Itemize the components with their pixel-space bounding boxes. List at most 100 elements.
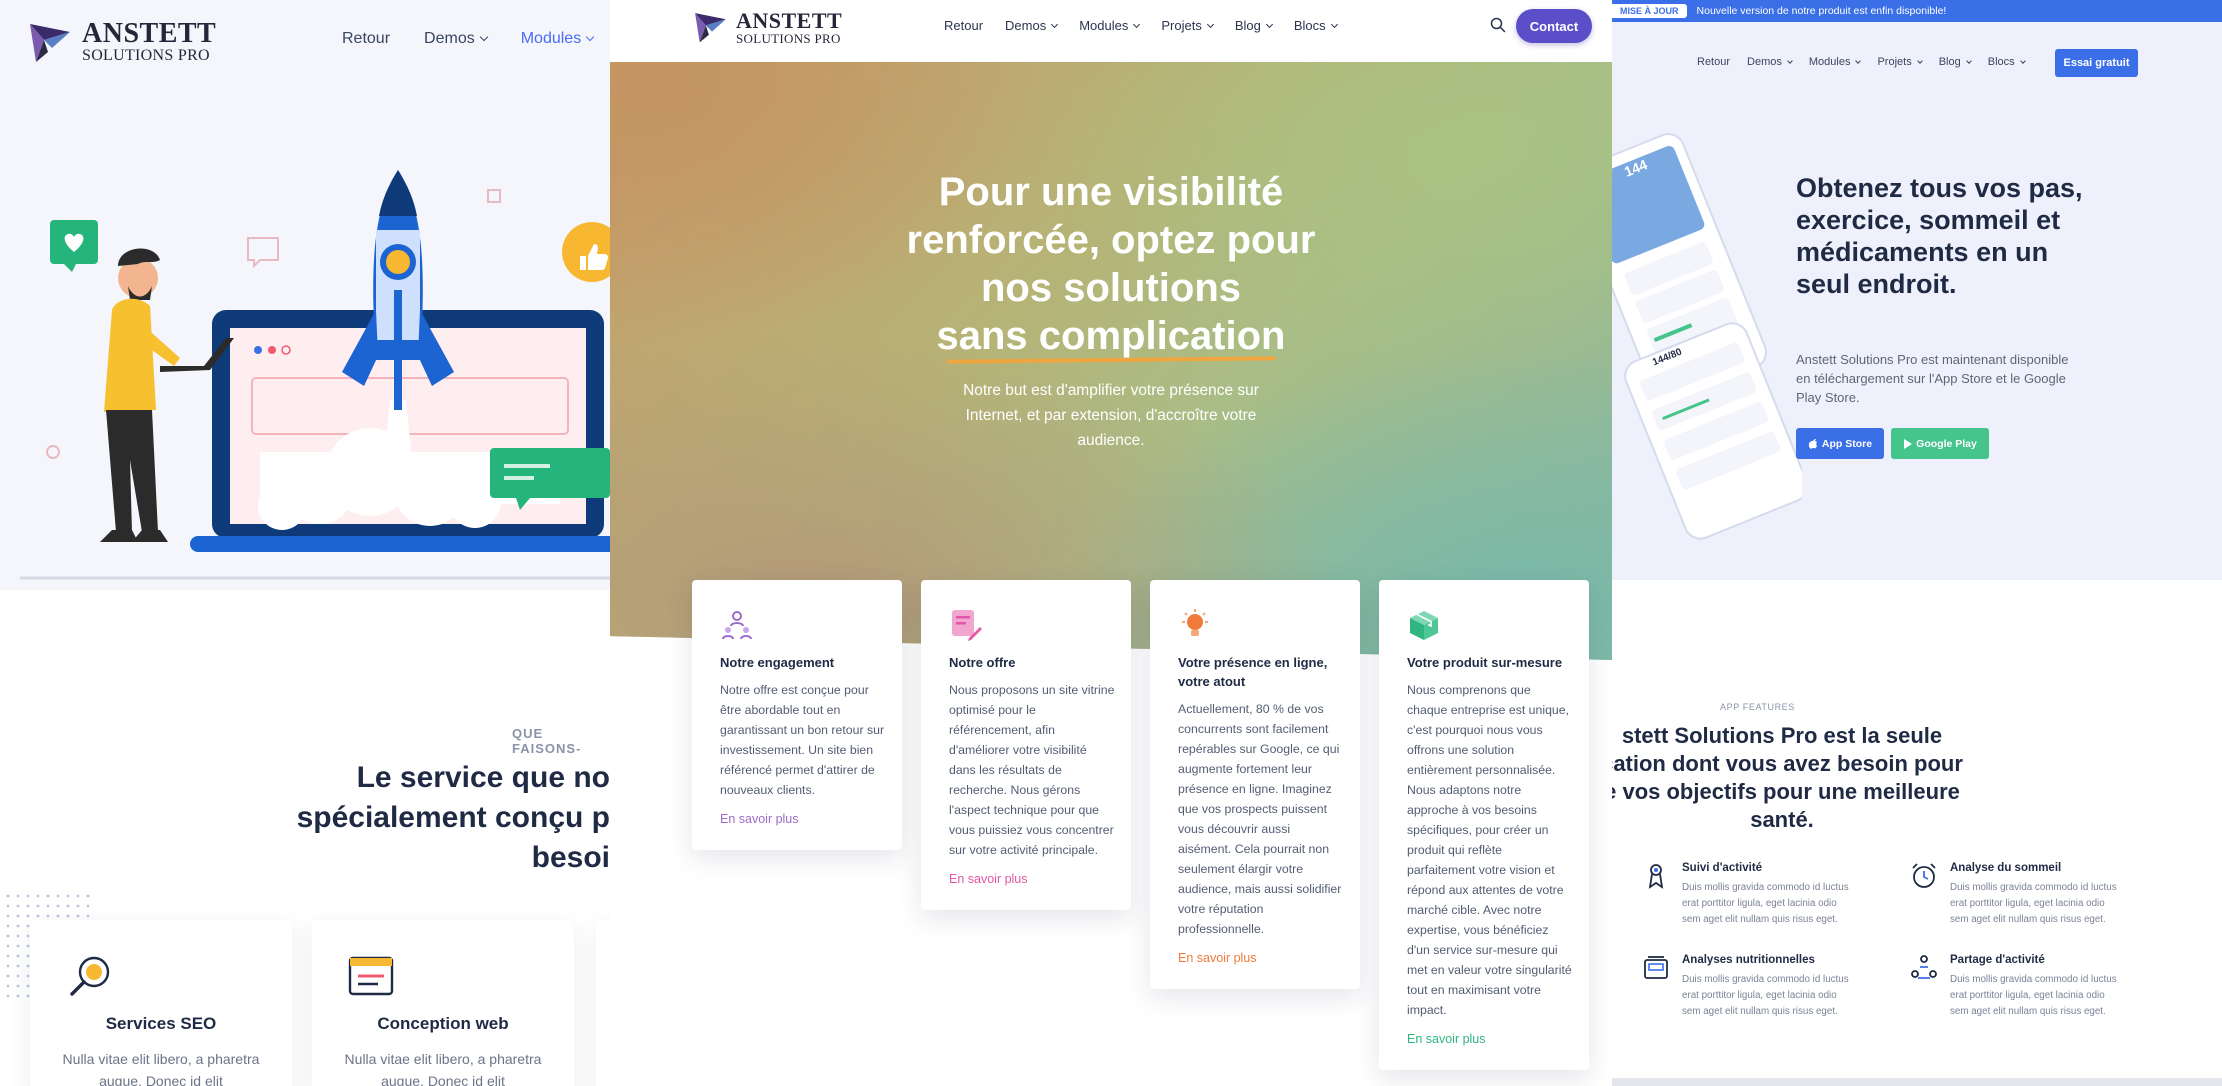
feature-desc: Duis mollis gravida commodo id luctus er…	[1682, 974, 1849, 1017]
web-design-icon	[348, 956, 394, 996]
brand-logo[interactable]: ANSTETT SOLUTIONS PRO	[692, 8, 842, 46]
panel-left-landing: ANSTETT SOLUTIONS PRO Retour Demos Modul…	[0, 0, 610, 1086]
chevron-down-icon	[1133, 20, 1141, 28]
service-card-web[interactable]: Conception web Nulla vitae elit libero, …	[312, 920, 574, 1086]
card-body: Actuellement, 80 % de vos concurrents so…	[1178, 702, 1342, 936]
banner-text: Nouvelle version de notre produit est en…	[1696, 5, 1947, 17]
card-link-learn-more[interactable]: En savoir plus	[1407, 1032, 1573, 1046]
main-nav: Retour Demos Modules Projets Blog Blocs	[1697, 56, 2026, 68]
service-title: Services SEO	[105, 1014, 217, 1033]
hero-title: Obtenez tous vos pas, exercice, sommeil …	[1796, 173, 2083, 299]
nav-modules[interactable]: Modules	[521, 30, 595, 48]
nav-projets[interactable]: Projets	[1877, 56, 1923, 68]
nav-demos[interactable]: Demos	[1005, 18, 1059, 33]
nav-blocs[interactable]: Blocs	[1294, 18, 1338, 33]
card-body: Notre offre est conçue pour être abordab…	[720, 683, 885, 797]
section-eyebrow: APP FEATURES	[1720, 702, 1795, 712]
nav-demos[interactable]: Demos	[424, 30, 488, 48]
activity-tracking-icon	[1648, 864, 1664, 889]
nav-blog[interactable]: Blog	[1939, 56, 1972, 68]
service-title: Conception web	[377, 1014, 509, 1033]
rocket-laptop-illustration	[20, 170, 610, 580]
main-nav: Retour Demos Modules	[342, 30, 595, 48]
card-title: Votre présence en ligne, votre atout	[1178, 655, 1328, 689]
chevron-down-icon	[1330, 20, 1338, 28]
box-icon	[1410, 611, 1438, 640]
brand-subname: SOLUTIONS PRO	[82, 47, 210, 64]
phone-mockups-image	[1612, 133, 1802, 540]
bird-logo-icon	[30, 24, 70, 62]
card-title: Notre offre	[949, 655, 1016, 670]
chevron-down-icon	[1206, 20, 1214, 28]
feature-activity: Suivi d'activité Duis mollis gravida com…	[1642, 862, 1857, 928]
contact-button[interactable]: Contact	[1516, 9, 1592, 43]
feature-card-sur-mesure: Votre produit sur-mesure Nous comprenons…	[1379, 580, 1589, 1070]
update-badge: MISE À JOUR	[1612, 4, 1687, 18]
card-body: Nous proposons un site vitrine optimisé …	[949, 683, 1115, 857]
bird-logo-icon	[695, 13, 726, 43]
bottom-divider	[1612, 1078, 2222, 1086]
feature-sleep: Analyse du sommeil Duis mollis gravida c…	[1910, 862, 2125, 928]
brand-logo[interactable]: ANSTETT SOLUTIONS PRO	[26, 18, 216, 66]
card-link-learn-more[interactable]: En savoir plus	[949, 872, 1115, 886]
team-engagement-icon	[722, 611, 752, 640]
sleep-alarm-icon	[1912, 863, 1936, 888]
feature-title: Analyses nutritionnelles	[1682, 954, 1815, 966]
nav-blog[interactable]: Blog	[1235, 18, 1273, 33]
site-header: ANSTETT SOLUTIONS PRO Retour Demos Modul…	[610, 0, 1612, 62]
chevron-down-icon	[585, 32, 595, 42]
feature-card-offre: Notre offre Nous proposons un site vitri…	[921, 580, 1131, 910]
feature-sharing: Partage d'activité Duis mollis gravida c…	[1910, 954, 2125, 1020]
chevron-down-icon	[1265, 20, 1273, 28]
section-headline: Le service que no spécialement conçu p b…	[296, 761, 610, 874]
search-icon[interactable]	[1490, 17, 1506, 33]
announcement-banner[interactable]: MISE À JOUR Nouvelle version de notre pr…	[1612, 0, 2222, 22]
card-title: Votre produit sur-mesure	[1407, 655, 1563, 670]
nav-projets[interactable]: Projets	[1161, 18, 1214, 33]
nutrition-scale-icon	[1644, 956, 1668, 979]
hero-text: Anstett Solutions Pro est maintenant dis…	[1796, 352, 2069, 405]
nav-retour[interactable]: Retour	[944, 18, 983, 33]
chevron-down-icon	[1916, 57, 1923, 64]
app-store-button[interactable]: App Store	[1796, 428, 1884, 459]
chevron-down-icon	[1965, 57, 1972, 64]
lightbulb-icon	[1182, 609, 1208, 636]
nav-retour[interactable]: Retour	[1697, 56, 1730, 68]
main-nav: Retour Demos Modules Projets Blog Blocs	[944, 18, 1338, 33]
brand-name: ANSTETT	[736, 7, 843, 33]
hero-subtitle: Notre but est d'amplifier votre présence…	[963, 382, 1259, 449]
feature-title: Suivi d'activité	[1682, 862, 1763, 874]
apple-icon	[1808, 439, 1817, 449]
card-link-learn-more[interactable]: En savoir plus	[1178, 951, 1344, 965]
google-play-button[interactable]: Google Play	[1891, 428, 1989, 459]
share-activity-icon	[1911, 955, 1937, 979]
chevron-down-icon	[1051, 20, 1059, 28]
play-store-icon	[1904, 438, 1913, 449]
service-card-seo[interactable]: Services SEO Nulla vitae elit libero, a …	[30, 920, 292, 1086]
feature-desc: Duis mollis gravida commodo id luctus er…	[1950, 974, 2117, 1017]
nav-modules[interactable]: Modules	[1079, 18, 1141, 33]
card-title: Notre engagement	[720, 655, 835, 670]
brand-name: ANSTETT	[82, 18, 217, 49]
card-link-learn-more[interactable]: En savoir plus	[720, 812, 886, 826]
nav-retour[interactable]: Retour	[342, 30, 390, 48]
chevron-down-icon	[2019, 57, 2026, 64]
hero-title: Pour une visibilité renforcée, optez pou…	[906, 170, 1316, 358]
panel-center-landing: ANSTETT SOLUTIONS PRO Retour Demos Modul…	[610, 0, 1612, 1086]
nav-blocs[interactable]: Blocs	[1988, 56, 2026, 68]
nav-demos[interactable]: Demos	[1747, 56, 1793, 68]
free-trial-button[interactable]: Essai gratuit	[2055, 49, 2138, 77]
chevron-down-icon	[479, 32, 488, 42]
chevron-down-icon	[1855, 57, 1862, 64]
nav-modules[interactable]: Modules	[1809, 56, 1862, 68]
chevron-down-icon	[1787, 57, 1793, 64]
feature-desc: Duis mollis gravida commodo id luctus er…	[1682, 882, 1849, 925]
features-title: stett Solutions Pro est la seule cation …	[1612, 723, 1963, 832]
feature-card-engagement: Notre engagement Notre offre est conçue …	[692, 580, 902, 850]
hero-title-underlined: sans complication	[936, 314, 1286, 358]
service-card-partial[interactable]	[596, 920, 610, 1086]
brand-subname: SOLUTIONS PRO	[736, 30, 841, 46]
feature-title: Partage d'activité	[1950, 954, 2045, 966]
feature-card-presence: Votre présence en ligne, votre atout Act…	[1150, 580, 1360, 989]
feature-desc: Duis mollis gravida commodo id luctus er…	[1950, 882, 2117, 925]
